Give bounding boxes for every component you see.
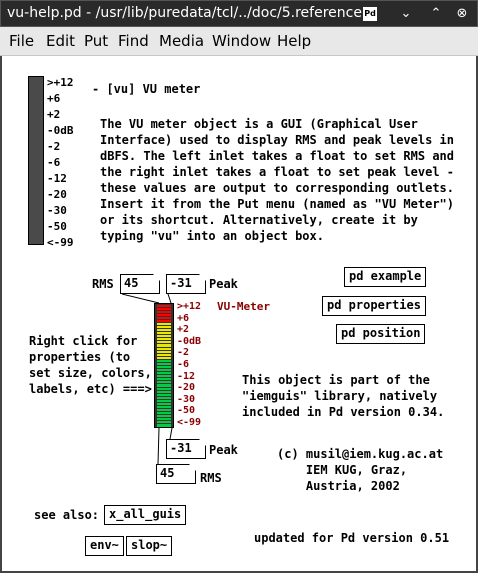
vu-led [157, 353, 171, 356]
vu-led [157, 347, 171, 350]
vu-led [157, 366, 171, 369]
menu-edit[interactable]: Edit [46, 32, 75, 50]
x-all-guis-object[interactable]: x_all_guis [104, 505, 187, 525]
vu-led [157, 322, 171, 326]
vu-scale-label: -12 [177, 370, 196, 382]
vu-led [157, 415, 171, 418]
vu-scale-label: <-99 [177, 416, 202, 428]
window-title: vu-help.pd - /usr/lib/puredata/tcl/../do… [7, 5, 362, 21]
vu-led [157, 381, 171, 384]
vu-led [157, 344, 171, 347]
peak-output-label: Peak [209, 443, 238, 457]
vu-led [157, 378, 171, 381]
vu-led [157, 372, 171, 375]
vu-led [157, 307, 171, 310]
maximize-icon[interactable]: ⌃ [429, 7, 443, 21]
rms-output-label: RMS [200, 471, 222, 485]
see-also-label: see also: [34, 508, 100, 522]
pd-properties-button[interactable]: pd properties [322, 296, 426, 316]
menu-help[interactable]: Help [277, 32, 311, 50]
vu-led [157, 424, 171, 427]
slop-object[interactable]: slop~ [126, 536, 173, 556]
vu-scale-label: -2 [177, 347, 190, 359]
vu-led [157, 387, 171, 390]
rms-output-numbox[interactable]: 45 [156, 464, 196, 484]
connection-rms-in [121, 293, 160, 304]
vu-meter[interactable] [154, 303, 174, 428]
peak-output-numbox[interactable]: -31 [166, 439, 206, 459]
vu-scale-label: -50 [177, 405, 196, 417]
vu-led [157, 319, 171, 322]
menu-file[interactable]: File [9, 32, 34, 50]
vu-led [157, 421, 171, 424]
menu-put[interactable]: Put [84, 32, 108, 50]
vu-led [157, 402, 171, 405]
vu-led [157, 310, 171, 313]
vu-scale-label: -0dB [177, 335, 202, 347]
vu-led [157, 332, 171, 335]
close-icon[interactable]: ⊗ [455, 7, 469, 21]
vu-led [157, 409, 171, 412]
menu-bar: File Edit Put Find Media Window Help [0, 27, 478, 56]
vu-led [157, 418, 171, 421]
connection-rms-out [157, 427, 160, 465]
patch-canvas[interactable]: >+12 +6 +2 -0dB -2 -6 -12 -20 -30 -50 <-… [0, 56, 478, 573]
vu-led [157, 405, 171, 409]
menu-find[interactable]: Find [118, 32, 149, 50]
vu-led [157, 384, 171, 387]
pd-example-button[interactable]: pd example [344, 267, 427, 287]
vu-scale-label: -6 [177, 358, 190, 370]
vu-led [157, 329, 171, 332]
vu-scale-label: +6 [177, 312, 190, 324]
vu-led [157, 338, 171, 341]
vu-led [157, 304, 171, 307]
vu-led [157, 390, 171, 393]
vu-scale-label: +2 [177, 324, 190, 336]
updated-note: updated for Pd version 0.51 [254, 531, 450, 545]
vu-led [157, 412, 171, 415]
vu-led [157, 396, 171, 399]
vu-led [157, 375, 171, 378]
vu-meter-label: VU-Meter [217, 300, 270, 313]
vu-scale-label: -30 [177, 393, 196, 405]
vu-led [157, 316, 171, 319]
vu-scale-label: >+12 [177, 301, 202, 312]
vu-led [157, 335, 171, 338]
env-object[interactable]: env~ [85, 536, 124, 556]
vu-led [157, 393, 171, 396]
minimize-icon[interactable]: ⌄ [399, 7, 413, 21]
vu-scale: >+12 +6 +2 -0dB -2 -6 -12 -20 -30 -50 <-… [177, 301, 201, 429]
connection-peak-out [169, 427, 173, 440]
library-note: This object is part of the "iemguis" lib… [242, 373, 445, 419]
vu-scale-label: -20 [177, 382, 196, 394]
pd-position-button[interactable]: pd position [336, 324, 426, 344]
vu-led [157, 326, 171, 329]
right-click-note: Right click for properties (to set size,… [29, 334, 152, 396]
vu-led [157, 359, 171, 362]
vu-led [157, 350, 171, 353]
vu-led [157, 399, 171, 402]
credits: (c) musil@iem.kug.ac.at IEM KUG, Graz, A… [277, 447, 444, 493]
pd-logo-icon: Pd [363, 7, 377, 21]
vu-led [157, 341, 171, 344]
vu-led [157, 362, 171, 365]
menu-media[interactable]: Media [159, 32, 204, 50]
menu-window[interactable]: Window [212, 32, 271, 50]
connection-peak-in [167, 293, 172, 304]
title-bar: vu-help.pd - /usr/lib/puredata/tcl/../do… [0, 0, 478, 27]
vu-led [157, 313, 171, 316]
vu-led [157, 356, 171, 359]
vu-led [157, 369, 171, 372]
